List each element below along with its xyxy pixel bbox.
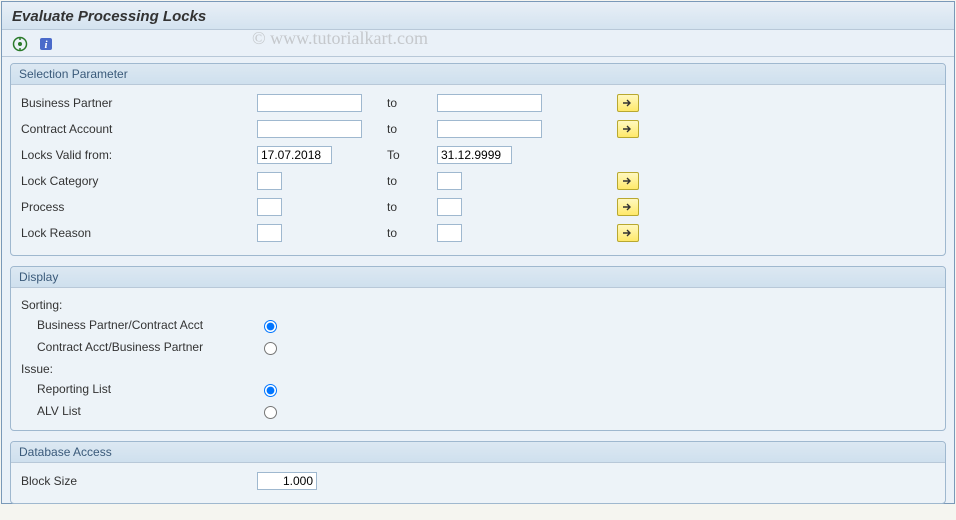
to-label-lvf: To	[377, 148, 437, 162]
label-block-size: Block Size	[17, 474, 257, 488]
label-sorting: Sorting:	[17, 298, 939, 312]
arrow-right-icon	[622, 202, 634, 212]
label-issue: Issue:	[17, 362, 939, 376]
row-business-partner: Business Partner to	[17, 91, 939, 115]
row-locks-valid-from: Locks Valid from: To	[17, 143, 939, 167]
watermark-text: © www.tutorialkart.com	[252, 28, 428, 49]
input-business-partner-to[interactable]	[437, 94, 542, 112]
content-area: Selection Parameter Business Partner to …	[2, 57, 954, 520]
input-contract-account-from[interactable]	[257, 120, 362, 138]
execute-icon[interactable]	[10, 34, 30, 54]
multiple-selection-button-bp[interactable]	[617, 94, 639, 112]
label-sort-ca-bp: Contract Acct/Business Partner	[17, 340, 257, 354]
radio-sort-ca-bp[interactable]	[257, 342, 284, 355]
to-label-proc: to	[377, 200, 437, 214]
page-title: Evaluate Processing Locks	[2, 2, 954, 30]
label-sort-bp-ca: Business Partner/Contract Acct	[17, 318, 257, 332]
label-locks-valid-from: Locks Valid from:	[17, 148, 257, 162]
group-header-selection: Selection Parameter	[11, 64, 945, 85]
app-window: Evaluate Processing Locks i © www.tutori…	[1, 1, 955, 504]
input-process-to[interactable]	[437, 198, 462, 216]
label-lock-reason: Lock Reason	[17, 226, 257, 240]
to-label-ca: to	[377, 122, 437, 136]
radio-issue-reporting[interactable]	[257, 384, 284, 397]
multiple-selection-button-proc[interactable]	[617, 198, 639, 216]
input-lock-reason-to[interactable]	[437, 224, 462, 242]
label-contract-account: Contract Account	[17, 122, 257, 136]
arrow-right-icon	[622, 98, 634, 108]
input-locks-valid-to[interactable]	[437, 146, 512, 164]
group-selection-parameter: Selection Parameter Business Partner to …	[10, 63, 946, 256]
info-icon[interactable]: i	[36, 34, 56, 54]
label-business-partner: Business Partner	[17, 96, 257, 110]
to-label-lrsn: to	[377, 226, 437, 240]
toolbar: i © www.tutorialkart.com	[2, 30, 954, 57]
row-contract-account: Contract Account to	[17, 117, 939, 141]
to-label-lcat: to	[377, 174, 437, 188]
input-lock-category-from[interactable]	[257, 172, 282, 190]
row-process: Process to	[17, 195, 939, 219]
row-lock-category: Lock Category to	[17, 169, 939, 193]
label-issue-reporting: Reporting List	[17, 382, 257, 396]
row-lock-reason: Lock Reason to	[17, 221, 939, 245]
to-label-bp: to	[377, 96, 437, 110]
input-block-size[interactable]	[257, 472, 317, 490]
radio-issue-alv[interactable]	[257, 406, 284, 419]
multiple-selection-button-ca[interactable]	[617, 120, 639, 138]
multiple-selection-button-lcat[interactable]	[617, 172, 639, 190]
input-business-partner-from[interactable]	[257, 94, 362, 112]
input-lock-category-to[interactable]	[437, 172, 462, 190]
label-process: Process	[17, 200, 257, 214]
radio-sort-bp-ca[interactable]	[257, 320, 284, 333]
arrow-right-icon	[622, 228, 634, 238]
input-contract-account-to[interactable]	[437, 120, 542, 138]
label-issue-alv: ALV List	[17, 404, 257, 418]
group-database-access: Database Access Block Size	[10, 441, 946, 504]
label-lock-category: Lock Category	[17, 174, 257, 188]
group-header-db: Database Access	[11, 442, 945, 463]
arrow-right-icon	[622, 176, 634, 186]
input-process-from[interactable]	[257, 198, 282, 216]
group-header-display: Display	[11, 267, 945, 288]
input-lock-reason-from[interactable]	[257, 224, 282, 242]
arrow-right-icon	[622, 124, 634, 134]
input-locks-valid-from[interactable]	[257, 146, 332, 164]
group-display: Display Sorting: Business Partner/Contra…	[10, 266, 946, 431]
multiple-selection-button-lrsn[interactable]	[617, 224, 639, 242]
